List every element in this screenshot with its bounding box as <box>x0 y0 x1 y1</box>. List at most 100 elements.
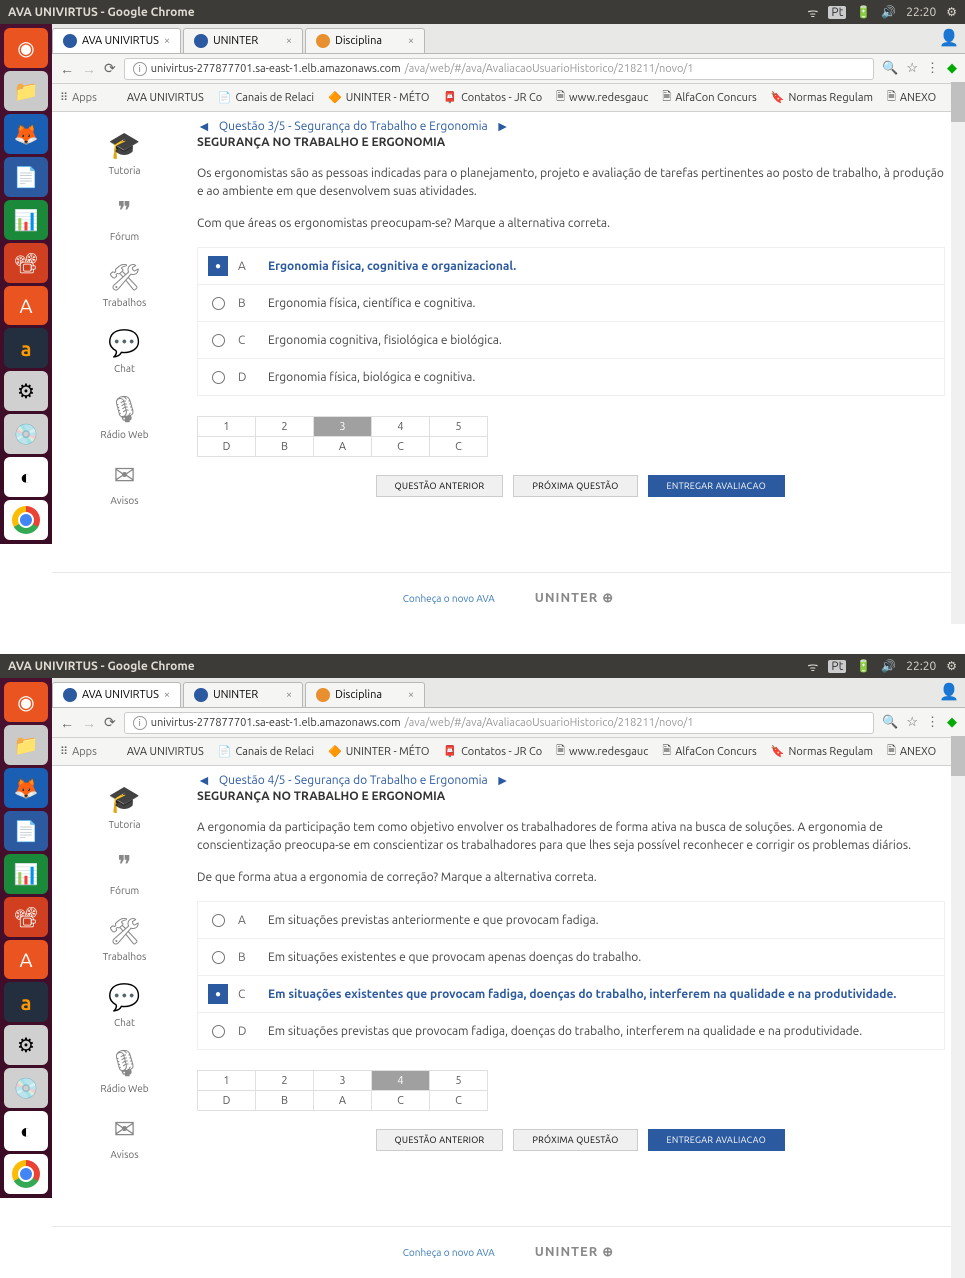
next-question-button[interactable]: PRÓXIMA QUESTÃO <box>513 1129 637 1151</box>
bookmark-item[interactable]: 📮Contatos - JR Co <box>443 91 542 104</box>
address-bar[interactable]: i univirtus-277877701.sa-east-1.elb.amaz… <box>124 58 874 80</box>
user-menu-icon[interactable]: 👤 <box>933 676 965 707</box>
launcher-app[interactable]: ◐ <box>4 457 48 497</box>
sidebar-item-trabalhos[interactable]: 🛠Trabalhos <box>52 252 197 318</box>
zoom-icon[interactable]: 🔍 <box>882 61 898 76</box>
footer-link[interactable]: Conheça o novo AVA <box>403 1247 495 1258</box>
launcher-files[interactable]: 📁 <box>4 71 48 111</box>
wifi-icon[interactable]: ᯤ <box>807 658 818 675</box>
launcher-settings[interactable]: ⚙ <box>4 1025 48 1065</box>
launcher-firefox[interactable]: 🦊 <box>4 114 48 154</box>
back-button[interactable]: ← <box>60 715 74 731</box>
sidebar-item-forum[interactable]: ❞Fórum <box>52 840 197 906</box>
bookmark-item[interactable]: 🗎ANEXO <box>887 88 936 107</box>
extension-icon[interactable]: ◆ <box>947 715 957 730</box>
sidebar-item-chat[interactable]: 💬Chat <box>52 318 197 384</box>
launcher-settings[interactable]: ⚙ <box>4 371 48 411</box>
launcher-firefox[interactable]: 🦊 <box>4 768 48 808</box>
launcher-impress[interactable]: 📽 <box>4 897 48 937</box>
star-icon[interactable]: ☆ <box>906 61 918 76</box>
wifi-icon[interactable]: ᯤ <box>807 4 818 21</box>
volume-icon[interactable]: 🔊 <box>881 5 896 19</box>
submit-button[interactable]: ENTREGAR AVALIACAO <box>648 475 786 497</box>
grid-q1[interactable]: 1 <box>198 417 256 437</box>
launcher-software[interactable]: A <box>4 286 48 326</box>
bookmark-item[interactable]: AVA UNIVIRTUS <box>111 746 204 758</box>
user-menu-icon[interactable]: 👤 <box>933 22 965 53</box>
radio-icon[interactable] <box>208 1021 228 1041</box>
launcher-chrome[interactable] <box>4 1154 48 1194</box>
prev-question-button[interactable]: QUESTÃO ANTERIOR <box>376 475 504 497</box>
radio-icon[interactable] <box>208 947 228 967</box>
clock[interactable]: 22:20 <box>906 660 936 673</box>
grid-q1[interactable]: 1 <box>198 1071 256 1091</box>
back-button[interactable]: ← <box>60 61 74 77</box>
battery-icon[interactable]: 🔋 <box>856 5 871 19</box>
tab-ava[interactable]: AVA UNIVIRTUS× <box>52 682 181 707</box>
footer-link[interactable]: Conheça o novo AVA <box>403 593 495 604</box>
launcher-app[interactable]: ◐ <box>4 1111 48 1151</box>
zoom-icon[interactable]: 🔍 <box>882 715 898 730</box>
keyboard-indicator[interactable]: Pt <box>828 660 846 673</box>
launcher-writer[interactable]: 📄 <box>4 811 48 851</box>
radio-icon[interactable] <box>208 910 228 930</box>
close-icon[interactable]: × <box>164 689 170 701</box>
reload-button[interactable]: ⟳ <box>104 714 116 731</box>
extension-icon[interactable]: ◆ <box>947 61 957 76</box>
grid-q5[interactable]: 5 <box>430 1071 488 1091</box>
radio-icon[interactable] <box>208 330 228 350</box>
prev-question-arrow[interactable]: ◄ <box>197 772 211 788</box>
bookmark-item[interactable]: 📮Contatos - JR Co <box>443 745 542 758</box>
option-b[interactable]: BErgonomia física, científica e cognitiv… <box>198 285 944 322</box>
bookmark-item[interactable]: 🔖Normas Regulam <box>771 745 873 758</box>
bookmark-item[interactable]: 📄Canais de Relaci <box>218 745 314 758</box>
option-a[interactable]: AErgonomia física, cognitiva e organizac… <box>198 248 944 285</box>
close-icon[interactable]: × <box>286 35 292 47</box>
prev-question-arrow[interactable]: ◄ <box>197 118 211 134</box>
next-question-button[interactable]: PRÓXIMA QUESTÃO <box>513 475 637 497</box>
grid-q3[interactable]: 3 <box>314 417 372 437</box>
battery-icon[interactable]: 🔋 <box>856 659 871 673</box>
launcher-impress[interactable]: 📽 <box>4 243 48 283</box>
radio-icon[interactable] <box>208 367 228 387</box>
close-icon[interactable]: × <box>408 689 414 701</box>
launcher-chrome[interactable] <box>4 500 48 540</box>
close-icon[interactable]: × <box>286 689 292 701</box>
bookmark-item[interactable]: 📄Canais de Relaci <box>218 91 314 104</box>
launcher-writer[interactable]: 📄 <box>4 157 48 197</box>
bookmark-item[interactable]: 🗎AlfaCon Concurs <box>662 88 756 107</box>
launcher-calc[interactable]: 📊 <box>4 854 48 894</box>
sidebar-item-forum[interactable]: ❞Fórum <box>52 186 197 252</box>
launcher-amazon[interactable]: a <box>4 328 48 368</box>
grid-q4[interactable]: 4 <box>372 417 430 437</box>
bookmark-item[interactable]: AVA UNIVIRTUS <box>111 92 204 104</box>
launcher-amazon[interactable]: a <box>4 982 48 1022</box>
tab-uninter[interactable]: UNINTER× <box>183 682 303 707</box>
launcher-software[interactable]: A <box>4 940 48 980</box>
close-icon[interactable]: × <box>164 35 170 47</box>
star-icon[interactable]: ☆ <box>906 715 918 730</box>
menu-icon[interactable]: ⋮ <box>926 715 939 730</box>
gear-icon[interactable]: ⚙ <box>946 659 957 673</box>
launcher-disk[interactable]: 💿 <box>4 414 48 454</box>
sidebar-item-radio[interactable]: 🎙Rádio Web <box>52 384 197 450</box>
bookmark-item[interactable]: 🗎www.redesgauc <box>556 742 648 761</box>
tab-uninter[interactable]: UNINTER× <box>183 28 303 53</box>
menu-icon[interactable]: ⋮ <box>926 61 939 76</box>
address-bar[interactable]: i univirtus-277877701.sa-east-1.elb.amaz… <box>124 712 874 734</box>
radio-icon[interactable] <box>208 256 228 276</box>
option-c[interactable]: CErgonomia cognitiva, fisiológica e biol… <box>198 322 944 359</box>
bookmark-item[interactable]: 🔶UNINTER - MÉTO <box>328 745 429 758</box>
option-a[interactable]: AEm situações previstas anteriormente e … <box>198 902 944 939</box>
sidebar-item-radio[interactable]: 🎙Rádio Web <box>52 1038 197 1104</box>
scrollbar[interactable] <box>951 736 965 1278</box>
keyboard-indicator[interactable]: Pt <box>828 6 846 19</box>
forward-button[interactable]: → <box>82 715 96 731</box>
tab-ava[interactable]: AVA UNIVIRTUS× <box>52 28 181 53</box>
next-question-arrow[interactable]: ► <box>496 772 510 788</box>
option-d[interactable]: DEm situações previstas que provocam fad… <box>198 1013 944 1049</box>
grid-q2[interactable]: 2 <box>256 1071 314 1091</box>
apps-button[interactable]: ⠿ Apps <box>60 745 97 758</box>
reload-button[interactable]: ⟳ <box>104 60 116 77</box>
bookmark-item[interactable]: 🗎AlfaCon Concurs <box>662 742 756 761</box>
